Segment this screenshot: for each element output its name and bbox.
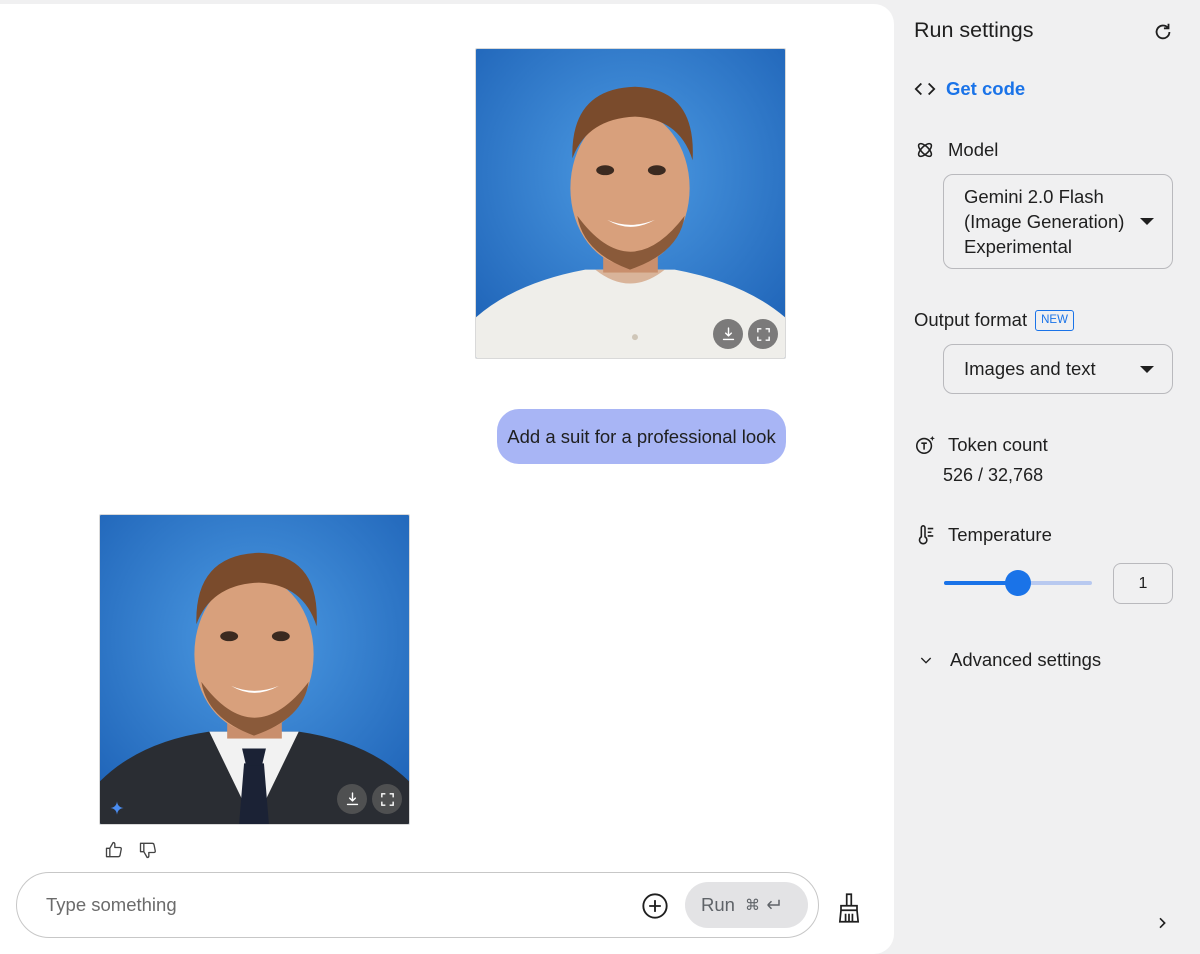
- temperature-section: Temperature: [914, 524, 1052, 546]
- token-icon: [915, 435, 935, 455]
- download-icon: [722, 326, 734, 340]
- output-format-label: Output format: [914, 309, 1028, 330]
- settings-title: Run settings: [914, 18, 1034, 42]
- get-code-label: Get code: [946, 78, 1026, 99]
- temperature-input[interactable]: [1113, 563, 1173, 604]
- model-section: Model: [914, 139, 998, 161]
- fullscreen-icon: [756, 327, 770, 341]
- fullscreen-button[interactable]: [748, 319, 778, 349]
- run-button[interactable]: Run ⌘: [685, 882, 808, 928]
- portrait-photo: [476, 49, 785, 358]
- chevron-down-icon: [920, 657, 932, 664]
- download-button[interactable]: [337, 784, 367, 814]
- model-icon: [917, 142, 933, 158]
- sparkle-icon: [110, 801, 124, 815]
- token-count-label: Token count: [948, 434, 1048, 455]
- fullscreen-icon: [380, 792, 394, 806]
- advanced-settings-label: Advanced settings: [950, 649, 1102, 670]
- code-icon: [914, 82, 936, 96]
- download-icon: [346, 791, 358, 805]
- uploaded-image[interactable]: [475, 48, 786, 359]
- run-shortcut: ⌘: [745, 896, 783, 914]
- output-format-section: Output format NEW: [914, 309, 1074, 331]
- add-media-icon[interactable]: [641, 892, 669, 920]
- clear-chat-icon[interactable]: [835, 892, 863, 924]
- get-code-link[interactable]: Get code: [914, 78, 1025, 100]
- token-count-section: Token count: [914, 434, 1048, 456]
- model-select[interactable]: Gemini 2.0 Flash (Image Generation) Expe…: [943, 174, 1173, 269]
- output-format-select[interactable]: Images and text: [943, 344, 1173, 394]
- generated-image[interactable]: [99, 514, 410, 825]
- thumb-up-icon: [105, 841, 122, 858]
- thumb-down-icon: [139, 842, 156, 859]
- prompt-input[interactable]: [46, 891, 606, 919]
- prompt-box: Run ⌘: [16, 872, 819, 938]
- feedback-bar: [104, 840, 158, 860]
- slider-thumb[interactable]: [1005, 570, 1031, 596]
- caret-down-icon: [1140, 366, 1154, 373]
- run-settings-panel: Run settings Get code Model Gemini 2.0 F…: [894, 0, 1200, 954]
- thumb-up-button[interactable]: [104, 840, 124, 860]
- run-label: Run: [701, 894, 735, 915]
- user-message-bubble: Add a suit for a professional look: [497, 409, 786, 464]
- fullscreen-button[interactable]: [372, 784, 402, 814]
- refresh-icon[interactable]: [1152, 21, 1174, 43]
- model-value: Gemini 2.0 Flash (Image Generation) Expe…: [964, 186, 1125, 257]
- model-label: Model: [948, 139, 999, 160]
- command-key: ⌘: [744, 897, 760, 914]
- thermometer-icon: [918, 525, 934, 545]
- advanced-settings-toggle[interactable]: Advanced settings: [918, 649, 1101, 671]
- new-badge: NEW: [1035, 309, 1074, 331]
- caret-down-icon: [1140, 218, 1154, 225]
- temperature-slider[interactable]: [944, 570, 1092, 596]
- thumb-down-button[interactable]: [138, 840, 158, 860]
- output-format-value: Images and text: [964, 358, 1096, 379]
- enter-icon: [767, 899, 780, 910]
- chevron-right-icon[interactable]: [1154, 915, 1170, 931]
- download-button[interactable]: [713, 319, 743, 349]
- chat-panel: Add a suit for a professional look: [0, 4, 894, 954]
- portrait-photo-suit: [100, 515, 409, 824]
- token-count-value: 526 / 32,768: [943, 465, 1044, 485]
- temperature-label: Temperature: [948, 524, 1052, 545]
